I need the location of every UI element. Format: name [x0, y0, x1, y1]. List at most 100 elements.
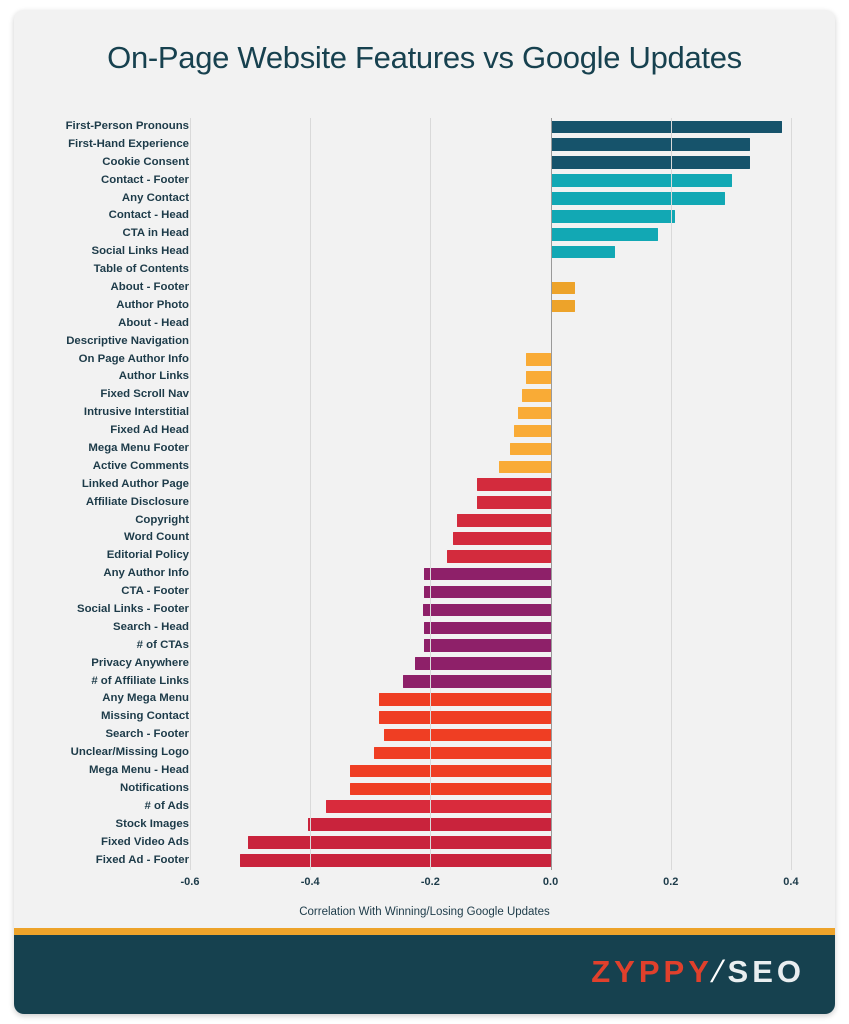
- bar-category-label: Notifications: [120, 781, 189, 794]
- bar-category-label: Descriptive Navigation: [66, 334, 189, 347]
- bar-row: Contact - Footer: [14, 172, 835, 190]
- bar-track: [190, 190, 821, 208]
- footer-bar: ZYPPY / SEO: [14, 928, 835, 1014]
- bar: [513, 424, 551, 438]
- bar: [415, 657, 551, 670]
- bar-category-label: About - Footer: [110, 281, 189, 293]
- bar-track: [190, 422, 821, 440]
- bar-row: Affiliate Disclosure: [14, 494, 835, 512]
- bar: [550, 156, 751, 169]
- bar-row: # of Affiliate Links: [14, 673, 835, 691]
- bar-row: Stock Images: [14, 816, 835, 834]
- bar: [550, 299, 576, 313]
- bar: [422, 603, 551, 617]
- bar-category-label: Copyright: [135, 513, 189, 526]
- bar-row: First-Hand Experience: [14, 136, 835, 154]
- bar-category-label: Intrusive Interstitial: [83, 406, 189, 419]
- bar-category-label: Author Photo: [116, 298, 189, 311]
- bar-category-label: Search - Head: [113, 620, 189, 633]
- bar: [423, 567, 551, 581]
- bar: [307, 818, 551, 831]
- bar-row: Author Links: [14, 368, 835, 386]
- bar-category-label: Fixed Video Ads: [101, 835, 189, 848]
- bar-track: [190, 172, 821, 190]
- bar-row: # of Ads: [14, 798, 835, 816]
- bar-track: [190, 386, 821, 404]
- bar-category-label: On Page Author Info: [78, 352, 189, 365]
- bar-row: First-Person Pronouns: [14, 118, 835, 136]
- bar-track: [190, 136, 821, 154]
- bar-row: Search - Footer: [14, 726, 835, 744]
- bar-track: [190, 404, 821, 422]
- bar: [525, 371, 551, 384]
- gridline: [790, 118, 792, 870]
- bar: [525, 353, 551, 366]
- bar-track: [190, 225, 821, 243]
- bar-category-label: Fixed Ad Head: [110, 424, 189, 437]
- bar: [498, 460, 551, 474]
- bar: [349, 764, 551, 778]
- bar-category-label: CTA in Head: [122, 227, 189, 240]
- bar-track: [190, 279, 821, 297]
- bar-track: [190, 619, 821, 637]
- bar: [550, 138, 751, 152]
- gridline: [670, 118, 672, 870]
- bar: [383, 728, 551, 742]
- bar-category-label: Unclear/Missing Logo: [70, 746, 189, 759]
- bar: [521, 388, 551, 402]
- bar: [423, 621, 551, 635]
- bar: [240, 854, 551, 867]
- bar-category-label: # of CTAs: [136, 638, 189, 651]
- bar-row: About - Head: [14, 315, 835, 333]
- footer-accent-stripe: [14, 928, 835, 935]
- bar-row: Any Author Info: [14, 565, 835, 583]
- bar-row: About - Footer: [14, 279, 835, 297]
- bar-row: On Page Author Info: [14, 351, 835, 369]
- x-tick-label: 0.2: [663, 875, 679, 888]
- bar-category-label: First-Person Pronouns: [65, 119, 189, 132]
- bar-row: Editorial Policy: [14, 547, 835, 565]
- bar-category-label: Linked Author Page: [81, 477, 189, 490]
- bar-category-label: Any Author Info: [103, 567, 189, 580]
- bar: [550, 281, 576, 295]
- bar-track: [190, 458, 821, 476]
- bar-category-label: Mega Menu - Head: [89, 764, 189, 777]
- bar: [247, 836, 551, 849]
- bar-row: Fixed Ad Head: [14, 422, 835, 440]
- bar-row: Table of Contents: [14, 261, 835, 279]
- bar-track: [190, 529, 821, 547]
- bar-track: [190, 440, 821, 458]
- bar-category-label: Cookie Consent: [102, 155, 189, 168]
- zyppy-seo-logo: ZYPPY / SEO: [591, 954, 805, 990]
- bar-category-label: Fixed Ad - Footer: [95, 853, 189, 866]
- bar: [447, 549, 551, 563]
- bar-category-label: CTA - Footer: [121, 585, 189, 598]
- bar-category-label: Stock Images: [115, 817, 189, 830]
- bar: [477, 478, 551, 491]
- bar-track: [190, 673, 821, 691]
- bar-row: Intrusive Interstitial: [14, 404, 835, 422]
- bar-row: Social Links Head: [14, 243, 835, 261]
- bar-category-label: Contact - Footer: [101, 173, 189, 186]
- bar: [550, 192, 726, 205]
- bar-track: [190, 154, 821, 172]
- bar: [550, 174, 733, 187]
- bar-track: [190, 798, 821, 816]
- chart-title: On-Page Website Features vs Google Updat…: [107, 40, 742, 75]
- bar-track: [190, 691, 821, 709]
- bar-track: [190, 637, 821, 655]
- bar: [453, 532, 551, 545]
- bar-category-label: Contact - Head: [108, 209, 189, 222]
- bar-row: # of CTAs: [14, 637, 835, 655]
- gridline: [190, 118, 191, 870]
- bar-row: Any Mega Menu: [14, 691, 835, 709]
- bar-track: [190, 333, 821, 351]
- bar-row: Privacy Anywhere: [14, 655, 835, 673]
- bar-row: Mega Menu - Head: [14, 762, 835, 780]
- bar: [551, 264, 576, 277]
- bar: [550, 245, 616, 259]
- zero-axis-line: [550, 118, 553, 870]
- bar-track: [190, 708, 821, 726]
- bar-track: [190, 547, 821, 565]
- bar-row: Active Comments: [14, 458, 835, 476]
